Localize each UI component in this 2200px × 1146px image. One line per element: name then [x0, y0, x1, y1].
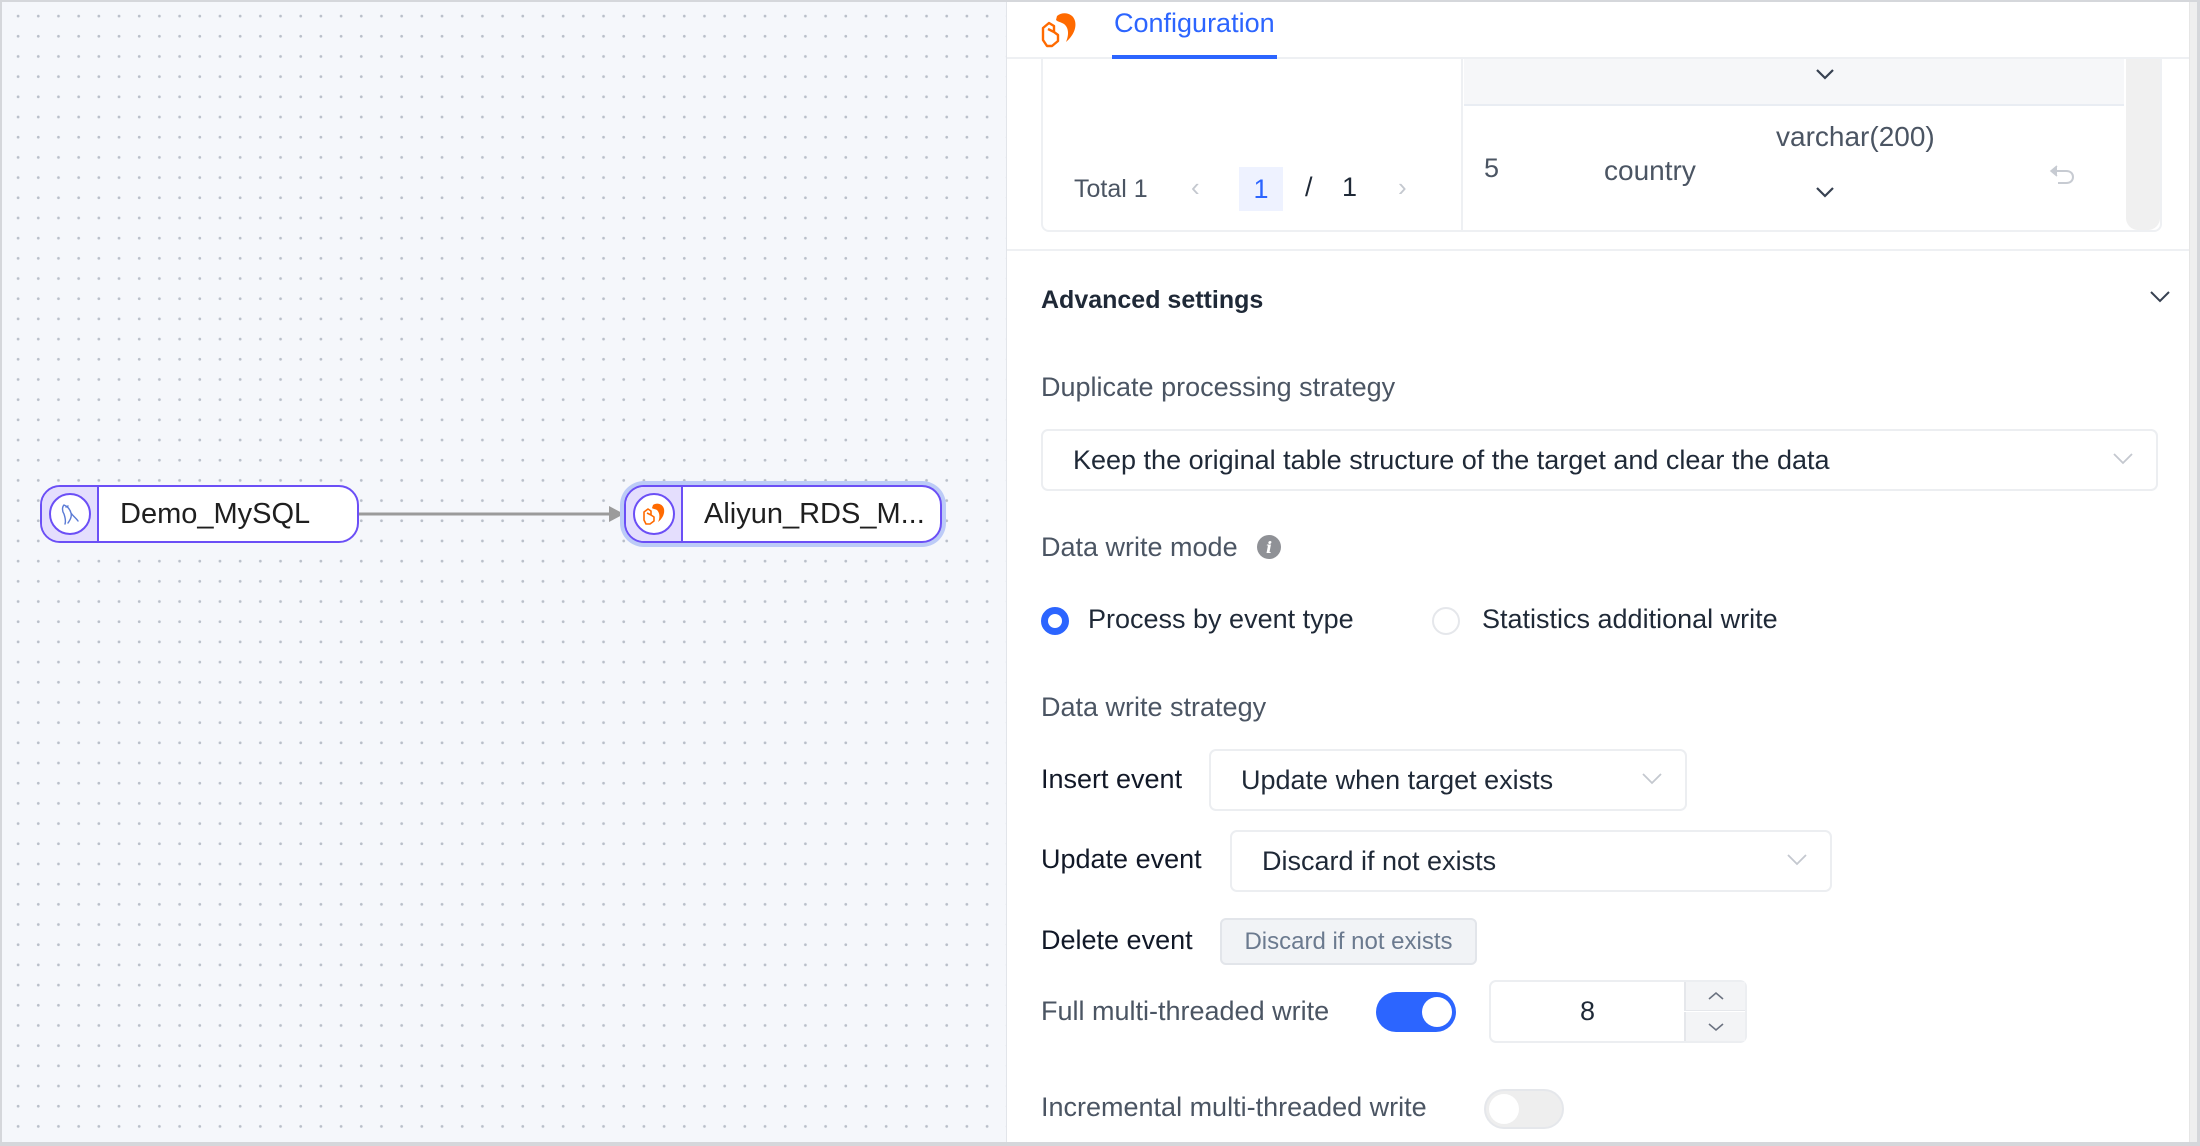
incremental-multithread-toggle[interactable] — [1484, 1089, 1564, 1129]
full-multithread-toggle[interactable] — [1376, 992, 1456, 1032]
field-mapping-table: Total 1 ‹ 1 / 1 › 5 country varchar(200) — [1041, 59, 2162, 232]
chevron-down-icon[interactable] — [1814, 185, 1836, 199]
increment-button[interactable] — [1684, 982, 1745, 1011]
select-value: Keep the original table structure of the… — [1073, 444, 1830, 475]
edge-connector — [359, 506, 624, 522]
select-value: Discard if not exists — [1262, 845, 1497, 876]
undo-icon[interactable] — [2048, 164, 2076, 186]
section-divider — [1007, 249, 2190, 251]
tab-bar: Configuration — [1007, 2, 2190, 59]
radio-label[interactable]: Statistics additional write — [1482, 604, 1778, 635]
chevron-down-icon[interactable] — [1814, 67, 1836, 81]
config-panel: Configuration Total 1 ‹ 1 / 1 › 5 countr… — [1007, 2, 2190, 1142]
write-mode-label: Data write mode — [1041, 532, 1238, 562]
chevron-up-icon — [1707, 991, 1724, 1000]
node-target[interactable]: Aliyun_RDS_M... — [624, 485, 942, 543]
cell-index: 5 — [1484, 153, 1500, 183]
radio-statistics-additional-write[interactable] — [1432, 607, 1460, 635]
delete-event-value: Discard if not exists — [1220, 918, 1477, 965]
toggle-knob — [1422, 997, 1452, 1027]
decrement-button[interactable] — [1684, 1012, 1745, 1041]
table-body: 5 country varchar(200) — [1464, 59, 2124, 230]
insert-event-label: Insert event — [1041, 764, 1183, 794]
node-label: Aliyun_RDS_M... — [704, 497, 925, 530]
thread-count-value[interactable]: 8 — [1491, 982, 1684, 1041]
chevron-right-icon[interactable]: › — [1398, 172, 1407, 203]
chevron-down-icon — [1707, 1022, 1724, 1031]
pagination: Total 1 ‹ 1 / 1 › — [1043, 59, 1463, 230]
full-multithread-label: Full multi-threaded write — [1041, 996, 1330, 1026]
mysql-dolphin-icon — [48, 493, 91, 535]
table-row — [1464, 59, 2124, 106]
dag-canvas[interactable]: Demo_MySQL Aliyun_RDS_M... — [2, 2, 1007, 1142]
pagination-current-page[interactable]: 1 — [1239, 167, 1283, 211]
tab-configuration[interactable]: Configuration — [1112, 8, 1277, 59]
thread-count-input[interactable]: 8 — [1489, 980, 1747, 1043]
chevron-left-icon[interactable]: ‹ — [1191, 172, 1200, 203]
duplicate-strategy-label: Duplicate processing strategy — [1041, 372, 1396, 402]
duplicate-strategy-select[interactable]: Keep the original table structure of the… — [1041, 429, 2158, 491]
toggle-knob — [1489, 1094, 1519, 1124]
advanced-settings-title[interactable]: Advanced settings — [1041, 286, 1263, 315]
scrollbar-track[interactable] — [2126, 59, 2160, 230]
cell-field-name: country — [1604, 155, 1696, 186]
cell-field-type[interactable]: varchar(200) — [1776, 121, 1935, 153]
chevron-down-icon[interactable] — [2149, 290, 2171, 304]
app-window: Demo_MySQL Aliyun_RDS_M... Configuration — [0, 0, 2200, 1146]
node-source[interactable]: Demo_MySQL — [40, 485, 359, 543]
node-icon-cell — [42, 487, 99, 541]
insert-event-select[interactable]: Update when target exists — [1209, 749, 1687, 811]
write-strategy-label: Data write strategy — [1041, 692, 1267, 722]
chevron-down-icon — [1787, 854, 1807, 866]
panel-scrollbar[interactable] — [2189, 2, 2197, 1142]
update-event-label: Update event — [1041, 844, 1202, 874]
chevron-down-icon — [1642, 773, 1662, 785]
select-value: Update when target exists — [1241, 764, 1554, 795]
chevron-down-icon — [2113, 453, 2133, 465]
delete-event-label: Delete event — [1041, 925, 1193, 955]
table-row: 5 country varchar(200) — [1464, 108, 2124, 230]
table-scrollbar[interactable] — [2126, 59, 2160, 230]
node-label: Demo_MySQL — [120, 497, 311, 530]
incremental-multithread-label: Incremental multi-threaded write — [1041, 1092, 1427, 1122]
pagination-total-pages: 1 — [1342, 172, 1358, 202]
pagination-separator: / — [1305, 172, 1313, 202]
aliyun-rds-mysql-icon — [632, 493, 675, 535]
tab-label: Configuration — [1114, 8, 1275, 38]
aliyun-rds-mysql-icon — [1041, 13, 1076, 48]
node-icon-cell — [626, 487, 683, 541]
radio-process-by-event-type[interactable] — [1041, 607, 1069, 635]
update-event-select[interactable]: Discard if not exists — [1230, 830, 1832, 892]
info-icon[interactable]: i — [1257, 535, 1281, 559]
pagination-total: Total 1 — [1074, 175, 1148, 203]
radio-label[interactable]: Process by event type — [1088, 604, 1354, 635]
